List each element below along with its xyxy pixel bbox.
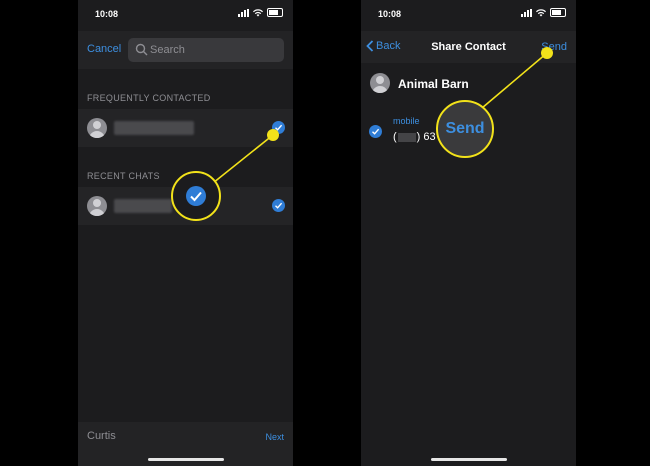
section-header-frequent: FREQUENTLY CONTACTED (87, 93, 211, 103)
battery-icon (550, 8, 566, 17)
redacted-contact-name (114, 121, 194, 135)
search-placeholder: Search (150, 44, 185, 56)
home-indicator (430, 458, 507, 461)
checkmark-icon[interactable] (272, 121, 285, 134)
redacted-contact-name (114, 199, 172, 213)
contact-row[interactable] (78, 187, 293, 225)
phone-number-prefix: ( (393, 131, 397, 143)
section-header-recent: RECENT CHATS (87, 171, 160, 181)
checkmark-icon[interactable] (272, 199, 285, 212)
status-icons (238, 8, 283, 17)
status-time: 10:08 (378, 9, 402, 19)
status-icons (521, 8, 566, 17)
selected-recipient-name: Curtis (87, 430, 116, 442)
status-time: 10:08 (95, 9, 119, 19)
person-avatar-icon (370, 73, 390, 93)
contact-name: Animal Barn (398, 77, 469, 91)
home-indicator (147, 458, 224, 461)
contact-row[interactable] (78, 109, 293, 147)
phone-number-visible: ) 63 (416, 131, 436, 143)
wifi-icon (253, 8, 263, 16)
phone-type-label: mobile (393, 116, 420, 126)
next-button[interactable]: Next (265, 432, 284, 442)
person-avatar-icon (87, 196, 107, 216)
nav-bar: Back Share Contact Send (361, 31, 576, 63)
search-icon (135, 43, 148, 56)
battery-icon (267, 8, 283, 17)
send-button[interactable]: Send (541, 41, 567, 53)
signal-icon (238, 8, 249, 17)
search-input[interactable]: Search (128, 38, 284, 62)
checkmark-icon[interactable] (369, 125, 382, 138)
status-bar: 10:08 (78, 0, 293, 31)
status-bar: 10:08 (361, 0, 576, 31)
search-header: Cancel Search (78, 31, 293, 69)
person-avatar-icon (87, 118, 107, 138)
redacted-area-code (397, 132, 416, 142)
signal-icon (521, 8, 532, 17)
left-phone-screen: 10:08 Cancel Search FREQUENTLY CONTACTED… (78, 0, 293, 466)
wifi-icon (536, 8, 546, 16)
right-phone-screen: 10:08 Back Share Contact Send Animal Bar… (361, 0, 576, 466)
phone-number: ( ) 63 (393, 131, 436, 143)
cancel-button[interactable]: Cancel (87, 43, 121, 55)
